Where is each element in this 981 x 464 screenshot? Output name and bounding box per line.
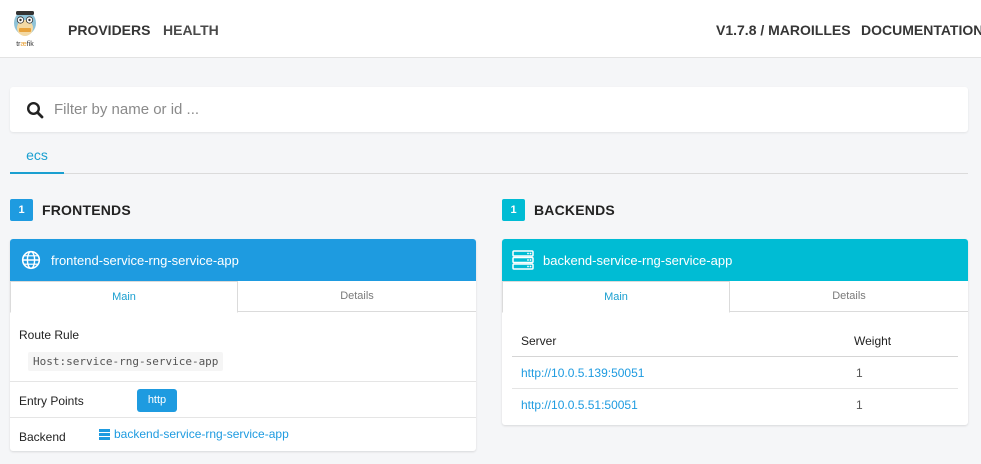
route-rule-label: Route Rule [19, 328, 80, 342]
search-box [10, 87, 968, 132]
svg-text:træfik: træfik [16, 41, 34, 48]
backend-label: Backend [19, 430, 66, 444]
backend-card: backend-service-rng-service-app Main Det… [502, 239, 968, 425]
frontend-card: frontend-service-rng-service-app Main De… [10, 239, 476, 451]
frontend-tab-main[interactable]: Main [10, 281, 238, 313]
column-header-weight: Weight [854, 334, 892, 348]
backends-header: 1 BACKENDS [502, 199, 615, 221]
route-rule-value: Host:service-rng-service-app [28, 352, 224, 371]
table-header-divider [512, 356, 958, 357]
top-navbar: træfik PROVIDERS HEALTH V1.7.8 / MAROILL… [0, 0, 981, 58]
traefik-logo[interactable]: træfik [10, 6, 40, 50]
entry-point-tag[interactable]: http [137, 389, 177, 412]
nav-version[interactable]: V1.7.8 / MAROILLES [716, 0, 851, 58]
backends-count-badge: 1 [502, 199, 525, 221]
column-header-server: Server [521, 334, 557, 348]
table-row-divider [512, 388, 958, 389]
search-input[interactable] [52, 87, 952, 132]
frontend-name: frontend-service-rng-service-app [51, 252, 239, 268]
backend-card-header[interactable]: backend-service-rng-service-app [502, 239, 968, 281]
server-weight: 1 [856, 398, 863, 412]
nav-providers[interactable]: PROVIDERS [68, 0, 150, 58]
provider-tabs: ecs [10, 140, 968, 174]
nav-health[interactable]: HEALTH [163, 0, 219, 58]
tab-ecs[interactable]: ecs [10, 140, 64, 174]
server-icon [99, 428, 110, 440]
frontends-header: 1 FRONTENDS [10, 199, 131, 221]
server-url-link[interactable]: http://10.0.5.139:50051 [521, 366, 644, 380]
backend-name: backend-service-rng-service-app [543, 252, 733, 268]
frontend-tab-details[interactable]: Details [238, 281, 476, 312]
frontend-card-header[interactable]: frontend-service-rng-service-app [10, 239, 476, 281]
frontends-title: FRONTENDS [42, 202, 131, 218]
backend-card-tabs: Main Details [502, 281, 968, 313]
server-weight: 1 [856, 366, 863, 380]
entry-points-label: Entry Points [19, 394, 84, 408]
backend-tab-main[interactable]: Main [502, 281, 730, 313]
server-url-link[interactable]: http://10.0.5.51:50051 [521, 398, 638, 412]
backend-tab-details[interactable]: Details [730, 281, 968, 312]
backends-title: BACKENDS [534, 202, 615, 218]
frontend-card-tabs: Main Details [10, 281, 476, 313]
frontends-count-badge: 1 [10, 199, 33, 221]
nav-documentation[interactable]: DOCUMENTATION [861, 0, 981, 58]
backend-link-text: backend-service-rng-service-app [114, 427, 289, 441]
server-icon [512, 249, 534, 271]
row-divider [10, 381, 476, 382]
backend-link[interactable]: backend-service-rng-service-app [99, 427, 289, 441]
globe-icon [20, 249, 42, 271]
search-icon [26, 101, 44, 119]
row-divider [10, 417, 476, 418]
